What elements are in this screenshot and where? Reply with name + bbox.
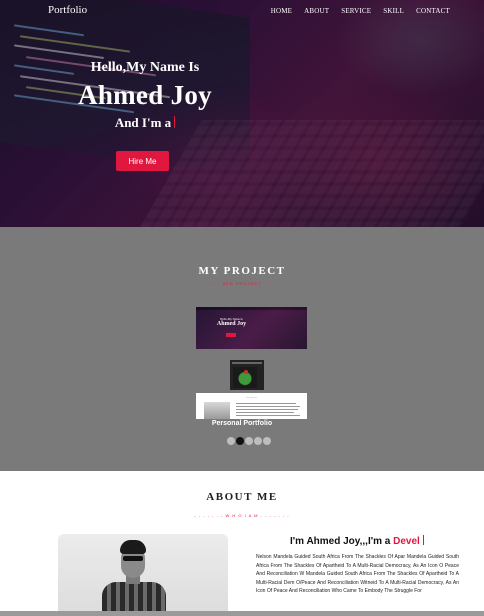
- about-intro-prefix: I'm Ahmed Joy,,,I'm a: [290, 536, 394, 547]
- about-section-title: ABOUT ME: [206, 491, 278, 503]
- nav-link-about[interactable]: ABOUT: [304, 7, 329, 15]
- project-screenshot-dark[interactable]: [230, 360, 264, 390]
- about-intro-role: Devel: [393, 536, 420, 547]
- hire-me-button[interactable]: Hire Me: [116, 151, 169, 171]
- thumb-name: Ahmed Joy: [216, 321, 247, 327]
- hero-role-line: And I'm a: [0, 115, 290, 131]
- thumb-heading: [232, 362, 262, 364]
- horizontal-scrollbar[interactable]: [0, 611, 484, 616]
- thumb-title-line: — — —: [246, 395, 257, 399]
- carousel-dot[interactable]: [227, 437, 235, 445]
- nav-link-home[interactable]: HOME: [271, 7, 292, 15]
- project-screenshot-hero[interactable]: Hello,My Name Is Ahmed Joy: [196, 307, 307, 349]
- thumb-text-line: [236, 412, 294, 413]
- thumb-photo: [204, 402, 230, 419]
- about-section-subtitle: - - - - - - - W H O I A M - - - - - - -: [194, 513, 290, 518]
- about-bio: Nelson Mandela Guided South Africa From …: [256, 554, 459, 594]
- nav-links: HOME ABOUT SERVICE SKILL CONTACT: [271, 7, 450, 15]
- nav-link-service[interactable]: SERVICE: [341, 7, 371, 15]
- carousel-dot[interactable]: [263, 437, 271, 445]
- top-navbar: Portfolio HOME ABOUT SERVICE SKILL CONTA…: [0, 0, 484, 22]
- project-section-subtitle: - - - SEE PROJECT - - -: [209, 281, 275, 286]
- profile-photo: [58, 534, 228, 616]
- hero-intro: Hello,My Name Is Ahmed Joy And I'm a: [0, 60, 290, 131]
- photo-hair: [120, 540, 146, 554]
- nav-link-contact[interactable]: CONTACT: [416, 7, 450, 15]
- carousel-dots: [227, 437, 271, 445]
- hero-role-prefix: And I'm a: [114, 115, 172, 130]
- thumb-button: [226, 333, 236, 337]
- typing-cursor: [174, 116, 176, 128]
- thumb-text-line: [236, 415, 300, 416]
- thumb-navbar: [196, 307, 307, 310]
- carousel-dot-active[interactable]: [236, 437, 244, 445]
- thumb-text-line: [236, 409, 298, 410]
- thumb-text-line: [236, 403, 296, 404]
- carousel-dot[interactable]: [254, 437, 262, 445]
- photo-sunglasses: [123, 556, 143, 561]
- hero-greeting: Hello,My Name Is: [90, 60, 200, 75]
- about-section: ABOUT ME - - - - - - - W H O I A M - - -…: [0, 471, 484, 616]
- brand-logo[interactable]: Portfolio: [48, 4, 87, 16]
- project-caption: Personal Portfolio: [211, 420, 273, 427]
- carousel-dot[interactable]: [245, 437, 253, 445]
- hero-section: Portfolio HOME ABOUT SERVICE SKILL CONTA…: [0, 0, 484, 227]
- typing-cursor: [422, 535, 424, 545]
- hero-name: Ahmed Joy: [78, 80, 212, 110]
- project-section: MY PROJECT - - - SEE PROJECT - - - Hello…: [0, 227, 484, 471]
- thumb-text-line: [236, 406, 300, 407]
- about-intro: I'm Ahmed Joy,,,I'm a Devel: [290, 535, 424, 547]
- nav-link-skill[interactable]: SKILL: [383, 7, 404, 15]
- thumb-dot: [244, 370, 248, 374]
- project-screenshot-about[interactable]: — — —: [196, 393, 307, 419]
- project-section-title: MY PROJECT: [198, 265, 286, 277]
